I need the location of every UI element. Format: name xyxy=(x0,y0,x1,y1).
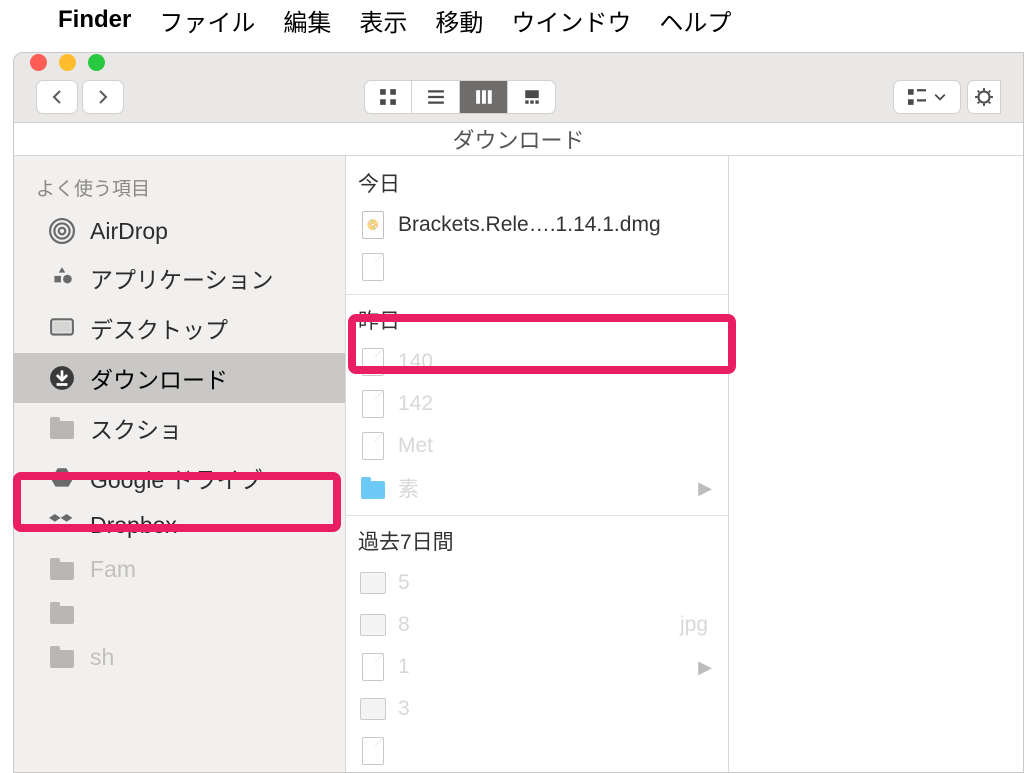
doc-icon xyxy=(360,736,386,766)
pic-icon xyxy=(360,694,386,724)
sidebar-item-アプリケーション[interactable]: アプリケーション xyxy=(14,253,345,303)
toolbar xyxy=(14,71,1023,123)
file-label: 140 xyxy=(398,350,433,374)
app-name[interactable]: Finder xyxy=(58,6,131,34)
file-item[interactable] xyxy=(346,246,728,288)
menu-edit[interactable]: 編集 xyxy=(283,3,331,38)
file-label: 5 xyxy=(398,571,410,595)
forward-button[interactable] xyxy=(82,80,124,114)
file-column: 今日 📀 Brackets.Rele….1.14.1.dmg 昨日 140 142 Met 素… xyxy=(346,156,729,772)
dmg-icon: 📀 xyxy=(360,210,386,240)
folder-icon xyxy=(48,414,76,442)
content-area: よく使う項目 AirDrop アプリケーションデスクトップダウンロードスクショ Go… xyxy=(14,156,1023,772)
doc-icon xyxy=(360,431,386,461)
titlebar xyxy=(14,53,1023,71)
file-item[interactable]: 素▶ xyxy=(346,467,728,509)
pic-icon xyxy=(360,610,386,640)
view-column-button[interactable] xyxy=(460,80,508,114)
view-gallery-button[interactable] xyxy=(508,80,556,114)
file-item[interactable]: 8jpg xyxy=(346,604,728,646)
sidebar-item-Fam[interactable]: Fam xyxy=(14,547,345,591)
menu-help[interactable]: ヘルプ xyxy=(659,3,731,38)
sidebar-item-label: Dropbox xyxy=(90,512,177,539)
folder-icon xyxy=(360,473,386,503)
view-icon-button[interactable] xyxy=(364,80,412,114)
doc-icon xyxy=(360,652,386,682)
doc-icon xyxy=(360,389,386,419)
menu-go[interactable]: 移動 xyxy=(435,3,483,38)
sidebar-item-sh[interactable]: sh xyxy=(14,635,345,679)
airdrop-icon xyxy=(48,217,76,245)
file-label: 素 xyxy=(398,473,419,503)
sidebar-section-header: よく使う項目 xyxy=(14,168,345,209)
file-item[interactable]: 📀 Brackets.Rele….1.14.1.dmg xyxy=(346,204,728,246)
folder-icon xyxy=(48,555,76,583)
minimize-button[interactable] xyxy=(59,54,76,71)
file-item[interactable]: 5 xyxy=(346,562,728,604)
apps-icon xyxy=(48,264,76,292)
sidebar-item-スクショ[interactable]: スクショ xyxy=(14,403,345,453)
file-label: Brackets.Rele….1.14.1.dmg xyxy=(398,213,661,237)
doc-icon xyxy=(360,347,386,377)
chevron-right-icon: ▶ xyxy=(698,657,716,678)
group-by-button[interactable] xyxy=(893,80,961,114)
file-item[interactable]: 140 xyxy=(346,341,728,383)
chevron-down-icon xyxy=(934,93,946,101)
desktop-icon xyxy=(48,314,76,342)
folder-icon xyxy=(48,599,76,627)
sidebar-item-label: ダウンロード xyxy=(90,361,228,395)
sidebar-item-label: アプリケーション xyxy=(90,261,274,295)
file-label: 3 xyxy=(398,697,410,721)
folder-icon xyxy=(48,643,76,671)
file-label: 1 xyxy=(398,655,410,679)
file-item[interactable]: 3 xyxy=(346,688,728,730)
menu-file[interactable]: ファイル xyxy=(159,3,255,38)
view-mode-segment xyxy=(364,80,556,114)
sidebar-item-Google ドライブ[interactable]: Google ドライブ xyxy=(14,453,345,503)
file-label: Met xyxy=(398,434,433,458)
sidebar: よく使う項目 AirDrop アプリケーションデスクトップダウンロードスクショ Go… xyxy=(14,156,346,772)
file-item[interactable]: Met xyxy=(346,425,728,467)
menu-window[interactable]: ウインドウ xyxy=(511,3,631,38)
system-menubar: Finder ファイル 編集 表示 移動 ウインドウ ヘルプ xyxy=(0,0,1024,40)
file-group-header: 昨日 xyxy=(346,301,728,341)
file-group-header: 今日 xyxy=(346,164,728,204)
sidebar-item-label: スクショ xyxy=(90,411,182,445)
doc-icon xyxy=(360,252,386,282)
file-label: 8 xyxy=(398,613,410,637)
chevron-right-icon: ▶ xyxy=(698,478,716,499)
path-title: ダウンロード xyxy=(452,123,584,155)
close-button[interactable] xyxy=(30,54,47,71)
download-icon xyxy=(48,364,76,392)
sidebar-item-label: AirDrop xyxy=(90,218,168,245)
file-item[interactable]: 1▶ xyxy=(346,646,728,688)
sidebar-item-item-8[interactable] xyxy=(14,591,345,635)
pic-icon xyxy=(360,568,386,598)
sidebar-item-AirDrop[interactable]: AirDrop xyxy=(14,209,345,253)
file-item[interactable]: 142 xyxy=(346,383,728,425)
back-button[interactable] xyxy=(36,80,78,114)
path-bar: ダウンロード xyxy=(14,123,1023,156)
sidebar-item-label: Google ドライブ xyxy=(90,461,263,495)
sidebar-item-label: sh xyxy=(90,644,114,671)
zoom-button[interactable] xyxy=(88,54,105,71)
action-button[interactable] xyxy=(967,80,1001,114)
dropbox-icon xyxy=(48,511,76,539)
gdrive-icon xyxy=(48,464,76,492)
view-list-button[interactable] xyxy=(412,80,460,114)
file-label: 142 xyxy=(398,392,433,416)
file-item[interactable] xyxy=(346,730,728,772)
sidebar-item-デスクトップ[interactable]: デスクトップ xyxy=(14,303,345,353)
sidebar-item-Dropbox[interactable]: Dropbox xyxy=(14,503,345,547)
menu-view[interactable]: 表示 xyxy=(359,3,407,38)
file-group-header: 過去7日間 xyxy=(346,522,728,562)
preview-column xyxy=(729,156,1023,772)
sidebar-item-ダウンロード[interactable]: ダウンロード xyxy=(14,353,345,403)
sidebar-item-label: Fam xyxy=(90,556,136,583)
finder-window: ダウンロード よく使う項目 AirDropアプリケーションデスクトップダウンロー… xyxy=(13,52,1024,773)
sidebar-item-label: デスクトップ xyxy=(90,311,228,345)
